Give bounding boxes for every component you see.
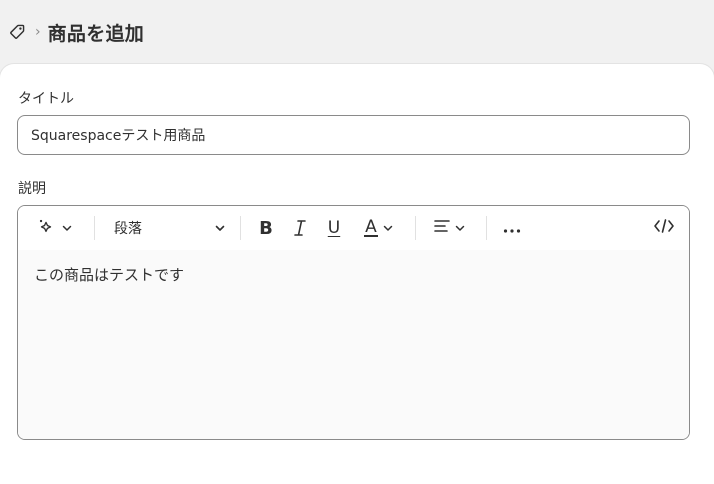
text-color-button[interactable]: A — [358, 216, 400, 240]
chevron-down-icon — [382, 219, 394, 238]
toolbar-divider — [486, 216, 487, 240]
paragraph-format-label: 段落 — [114, 221, 142, 237]
editor-toolbar: 段落 B U A — [18, 206, 689, 250]
toolbar-divider — [94, 216, 95, 240]
text-color-icon: A — [364, 217, 378, 237]
chevron-down-icon — [61, 219, 73, 238]
align-left-icon — [433, 218, 451, 238]
ai-generate-button[interactable] — [32, 216, 78, 240]
sparkle-icon — [37, 217, 55, 239]
breadcrumb-separator: › — [35, 24, 41, 40]
editor-paragraph: この商品はテストです — [34, 266, 185, 284]
chevron-down-icon — [454, 219, 466, 238]
editor-content-area[interactable]: この商品はテストです — [18, 250, 689, 439]
description-label: 説明 — [18, 181, 46, 197]
bold-button[interactable]: B — [254, 216, 278, 240]
alignment-button[interactable] — [428, 216, 470, 240]
underline-button[interactable]: U — [322, 216, 346, 240]
code-icon — [653, 218, 675, 238]
italic-button[interactable] — [288, 216, 312, 240]
more-options-button[interactable] — [499, 216, 525, 240]
title-input[interactable] — [17, 115, 690, 155]
product-form-card: タイトル 説明 段落 — [0, 64, 714, 484]
toolbar-divider — [415, 216, 416, 240]
more-horizontal-icon — [502, 219, 522, 238]
page-title: 商品を追加 — [47, 22, 145, 45]
title-label: タイトル — [18, 91, 74, 107]
description-editor: 段落 B U A この商品はテストです — [17, 205, 690, 440]
chevron-down-icon — [214, 219, 226, 238]
page-header: › 商品を追加 — [0, 0, 714, 64]
tag-icon[interactable] — [7, 22, 27, 42]
show-html-button[interactable] — [650, 216, 678, 240]
paragraph-format-select[interactable]: 段落 — [114, 216, 226, 240]
toolbar-divider — [240, 216, 241, 240]
